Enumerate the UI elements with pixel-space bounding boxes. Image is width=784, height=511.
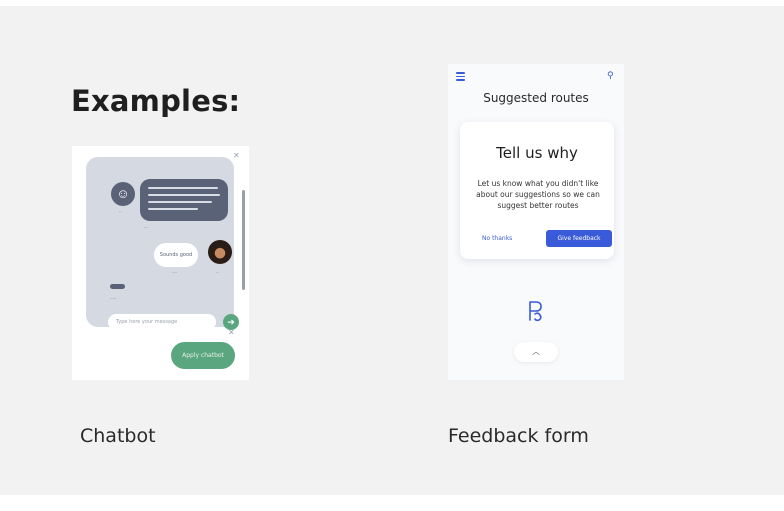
screen-title: Suggested routes (483, 91, 589, 105)
apply-chatbot-button[interactable]: Apply chatbot (171, 342, 235, 369)
user-avatar (208, 240, 232, 264)
chat-scrollbar[interactable] (242, 190, 245, 290)
bot-message-bubble (140, 179, 228, 221)
status-label: ····· (110, 296, 117, 301)
bot-name-label: ·· (119, 209, 122, 214)
give-feedback-button[interactable]: Give feedback (546, 230, 612, 247)
user-name-label: ·· (216, 270, 219, 275)
send-icon: ➜ (227, 317, 235, 327)
expand-button[interactable]: ︿ (514, 342, 558, 362)
user-message-bubble: Sounds good (154, 243, 198, 267)
message-input[interactable]: Type here your message (108, 314, 216, 330)
feedback-form-example-image[interactable]: ⚲ Suggested routes Tell us why Let us kn… (448, 64, 624, 380)
feedback-form-caption: Feedback form (448, 425, 589, 447)
feedback-modal: Tell us why Let us know what you didn't … (460, 122, 614, 259)
menu-icon[interactable] (456, 72, 465, 83)
close-icon: ✕ (233, 151, 240, 160)
logo-icon (529, 301, 542, 322)
no-thanks-button[interactable]: No thanks (482, 235, 512, 242)
chevron-up-icon: ︿ (532, 347, 540, 356)
bot-avatar: ☺ (111, 182, 135, 206)
close-icon-small: ✕ (228, 328, 235, 337)
chat-window: ☺ ·· ··· Sounds good ···· ·· ····· Type … (86, 157, 245, 330)
chatbot-example-image[interactable]: ✕ ☺ ·· ··· Sounds good ···· ·· ····· Typ… (72, 146, 249, 380)
user-message-time: ···· (172, 270, 178, 275)
typing-indicator (110, 284, 125, 289)
examples-heading: Examples: (71, 84, 241, 118)
bot-message-time: ··· (144, 225, 148, 230)
search-icon[interactable]: ⚲ (607, 70, 614, 81)
modal-title: Tell us why (496, 144, 578, 162)
chatbot-caption: Chatbot (80, 425, 156, 447)
modal-body: Let us know what you didn't like about o… (476, 179, 600, 210)
